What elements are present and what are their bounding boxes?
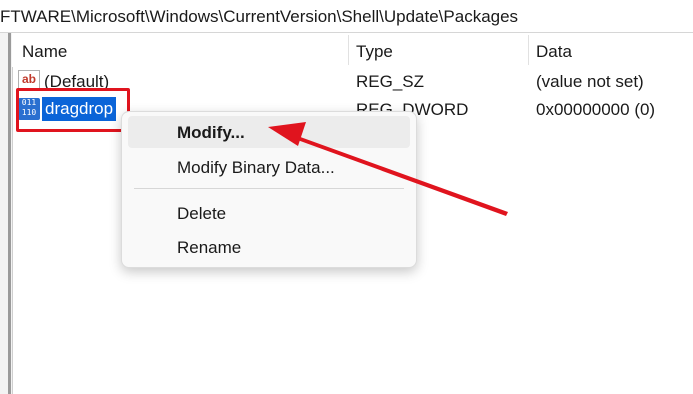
context-menu: Modify... Modify Binary Data... Delete R… (121, 111, 417, 268)
menu-item-modify-binary-data[interactable]: Modify Binary Data... (128, 151, 410, 183)
menu-item-label: Modify... (177, 123, 245, 142)
menu-item-rename[interactable]: Rename (128, 231, 410, 263)
column-header-name[interactable]: Name (22, 42, 67, 62)
value-data: 0x00000000 (0) (536, 100, 656, 119)
annotation-highlight-box (16, 88, 130, 132)
menu-item-modify[interactable]: Modify... (128, 116, 410, 148)
column-header-data[interactable]: Data (536, 42, 572, 62)
address-bar[interactable]: FTWARE\Microsoft\Windows\CurrentVersion\… (0, 0, 693, 33)
column-divider[interactable] (348, 35, 349, 65)
registry-path: FTWARE\Microsoft\Windows\CurrentVersion\… (0, 7, 519, 26)
list-header: Name Type Data (12, 33, 693, 67)
menu-item-label: Rename (177, 238, 242, 257)
string-value-icon: ab (18, 70, 40, 90)
pane-splitter[interactable] (8, 33, 11, 394)
menu-separator (134, 188, 404, 189)
value-type: REG_SZ (356, 72, 425, 91)
value-data: (value not set) (536, 72, 644, 91)
menu-item-label: Modify Binary Data... (177, 158, 335, 177)
menu-item-label: Delete (177, 204, 227, 223)
menu-item-delete[interactable]: Delete (128, 197, 410, 229)
column-header-type[interactable]: Type (356, 42, 393, 62)
column-divider[interactable] (528, 35, 529, 65)
